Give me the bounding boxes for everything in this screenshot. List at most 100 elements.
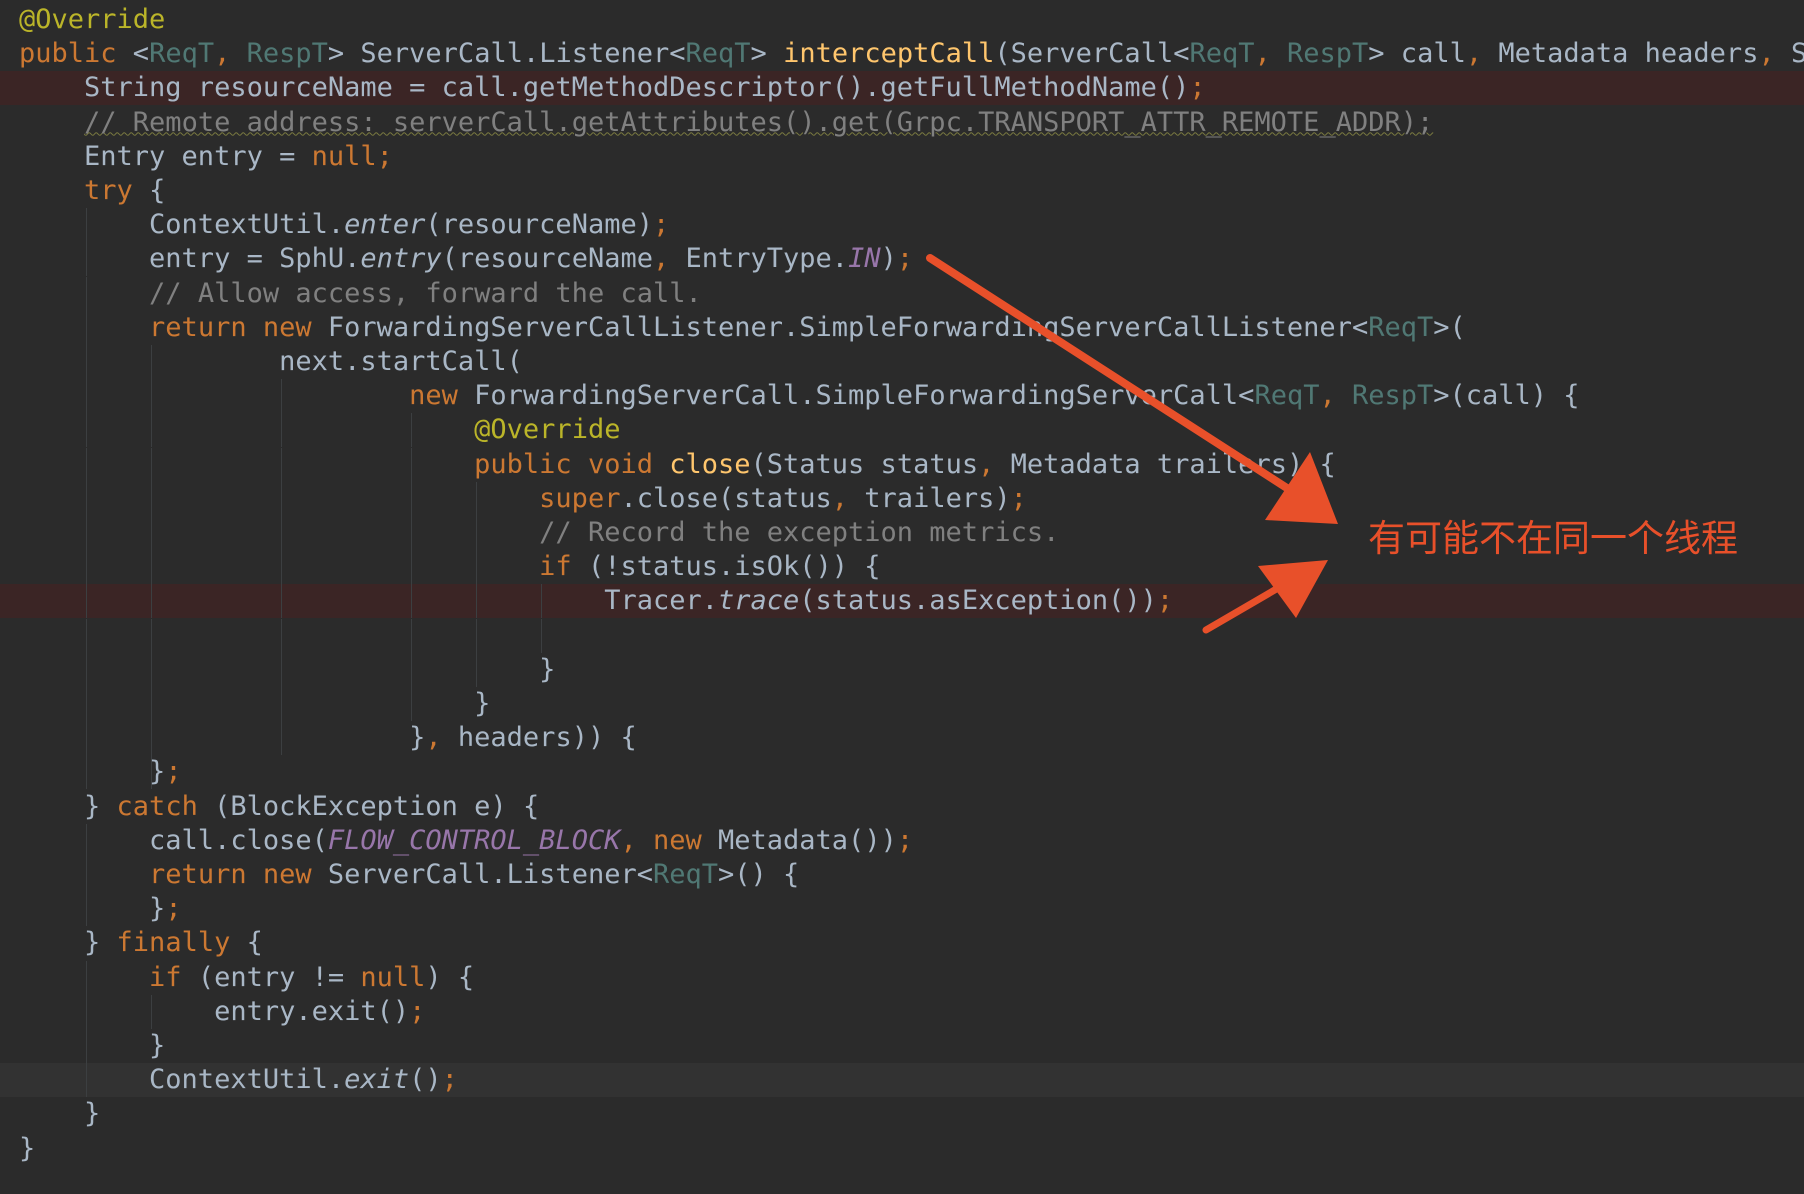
code-line[interactable]: try { [0, 174, 1804, 208]
code-token: ; [896, 243, 914, 275]
code-line[interactable]: public void close(Status status, Metadat… [0, 447, 1804, 482]
code-line[interactable]: }, headers)) { [0, 721, 1804, 756]
code-text: // Remote address: serverCall.getAttribu… [19, 106, 1433, 140]
code-token: (entry != [197, 961, 361, 993]
code-line[interactable]: } finally { [0, 926, 1804, 960]
code-line[interactable]: return new ServerCall.Listener<ReqT>() { [0, 858, 1804, 892]
code-token: ReqT [1189, 38, 1255, 70]
code-line[interactable]: } [0, 652, 1804, 687]
code-token: ContextUtil. [19, 209, 345, 241]
code-token: // Record the exception metrics. [539, 517, 1060, 548]
code-token: } [19, 893, 166, 925]
code-line[interactable]: Entry entry = null; [0, 140, 1804, 174]
code-line[interactable]: next.startCall( [0, 345, 1804, 379]
code-line[interactable]: @Override [0, 3, 1804, 37]
code-line[interactable]: new ForwardingServerCall.SimpleForwardin… [0, 379, 1804, 414]
code-line[interactable]: return new ForwardingServerCallListener.… [0, 310, 1804, 345]
code-token: return new [149, 859, 328, 890]
code-line[interactable]: entry.exit(); [0, 994, 1804, 1029]
code-line[interactable]: ContextUtil.enter(resourceName); [0, 208, 1804, 243]
code-token: entry [360, 243, 442, 275]
code-token: RespT [1351, 380, 1434, 412]
code-token: (Status status [750, 448, 979, 480]
code-token: > ServerCall.Listener< [327, 38, 686, 70]
code-token: ContextUtil. [19, 1064, 345, 1096]
code-token: public [19, 38, 133, 70]
code-token: , [214, 38, 247, 70]
code-line[interactable]: } [0, 1029, 1804, 1063]
code-text: @Override [19, 413, 620, 447]
code-token: } [19, 688, 491, 719]
code-token: ReqT [1254, 380, 1320, 412]
indent-guide [411, 618, 413, 653]
code-line[interactable]: }; [0, 755, 1804, 790]
code-token: , [978, 448, 1011, 480]
code-text: } [19, 687, 490, 721]
code-line[interactable]: public <ReqT, RespT> ServerCall.Listener… [0, 37, 1804, 71]
code-token: null [360, 961, 426, 993]
code-token: EntryType. [685, 243, 849, 275]
code-line[interactable]: call.close(FLOW_CONTROL_BLOCK, new Metad… [0, 823, 1804, 858]
code-line[interactable]: }; [0, 892, 1804, 927]
code-token: (status.asException()) [799, 585, 1157, 617]
code-token: ; [165, 756, 182, 788]
code-token: call.close( [19, 824, 328, 856]
code-token: , [620, 824, 653, 856]
code-line[interactable]: if (entry != null) { [0, 960, 1804, 995]
indent-guide [541, 618, 543, 653]
code-text: return new ForwardingServerCallListener.… [19, 311, 1466, 345]
code-line[interactable]: Tracer.trace(status.asException()); [0, 584, 1804, 619]
code-token: if [539, 551, 588, 583]
code-line[interactable]: ContextUtil.exit(); [0, 1063, 1804, 1098]
code-line[interactable]: } [0, 1132, 1804, 1166]
code-token: ForwardingServerCall.SimpleForwardingSer… [474, 380, 1255, 412]
code-token: new [409, 380, 475, 412]
code-text: call.close(FLOW_CONTROL_BLOCK, new Metad… [19, 824, 913, 858]
code-text: new ForwardingServerCall.SimpleForwardin… [19, 379, 1579, 413]
code-token: Ser [1790, 38, 1804, 70]
code-line[interactable]: } catch (BlockException e) { [0, 790, 1804, 824]
code-token: if [149, 961, 198, 993]
code-line[interactable]: @Override [0, 413, 1804, 448]
code-token: ; [652, 209, 670, 241]
code-text: Entry entry = null; [19, 140, 393, 174]
code-token: null; [311, 140, 393, 172]
code-token: Metadata()) [718, 824, 897, 856]
code-token: @Override [19, 4, 166, 35]
code-token: Metadata headers [1498, 38, 1759, 70]
code-text: String resourceName = call.getMethodDesc… [19, 71, 1206, 105]
code-text: // Allow access, forward the call. [19, 277, 702, 311]
code-line[interactable]: entry = SphU.entry(resourceName, EntryTy… [0, 242, 1804, 277]
code-line[interactable]: // Allow access, forward the call. [0, 276, 1804, 311]
code-line[interactable]: String resourceName = call.getMethodDesc… [0, 71, 1804, 106]
code-line[interactable] [0, 618, 1804, 653]
code-line[interactable]: } [0, 687, 1804, 721]
code-token: , [1254, 38, 1288, 70]
code-token: ; [165, 893, 182, 925]
code-token: ForwardingServerCallListener.SimpleForwa… [327, 311, 1369, 343]
code-text: ContextUtil.enter(resourceName); [19, 208, 669, 242]
code-token: entry.exit() [19, 995, 410, 1027]
code-token: } [19, 756, 166, 788]
code-line[interactable]: } [0, 1097, 1804, 1131]
code-token: catch [116, 790, 215, 822]
code-token: Entry entry = [19, 140, 312, 172]
code-token: RespT [1287, 38, 1369, 70]
code-text: if (entry != null) { [19, 961, 474, 995]
code-text: return new ServerCall.Listener<ReqT>() { [19, 858, 799, 892]
code-token: () [409, 1064, 442, 1096]
code-line[interactable]: // Remote address: serverCall.getAttribu… [0, 106, 1804, 140]
code-text: next.startCall( [19, 345, 523, 379]
code-editor[interactable]: @Override public <ReqT, RespT> ServerCall… [0, 0, 1804, 1194]
code-text: entry = SphU.entry(resourceName, EntryTy… [19, 242, 913, 276]
code-text: super.close(status, trailers); [19, 482, 1027, 516]
code-token: @Override [474, 414, 621, 446]
code-token: finally [116, 927, 247, 959]
code-text: } [19, 1132, 35, 1166]
